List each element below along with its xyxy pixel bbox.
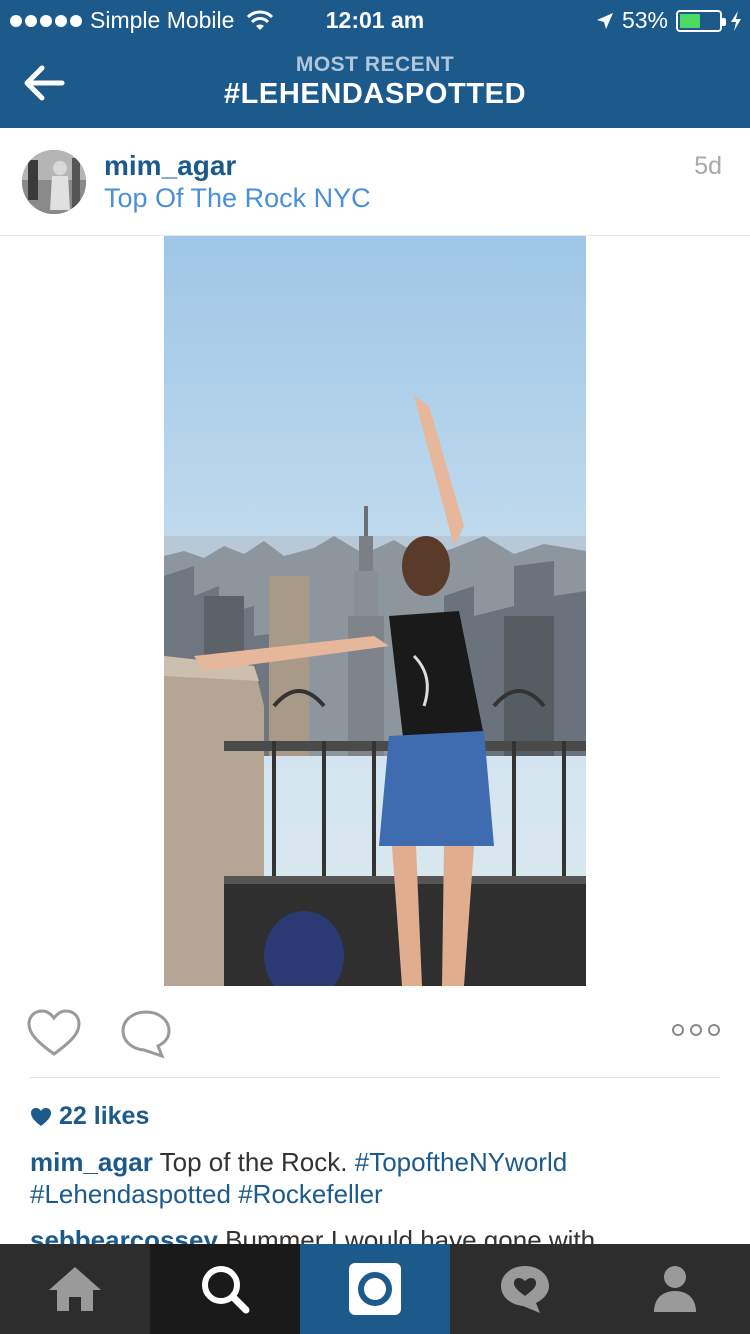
home-icon — [49, 1267, 101, 1311]
nav-subtitle: MOST RECENT — [295, 53, 455, 76]
tab-camera[interactable] — [300, 1244, 450, 1334]
post-time-ago: 5d — [694, 152, 722, 180]
caption-text: Top of the Rock. — [159, 1147, 348, 1177]
tab-explore[interactable] — [150, 1244, 300, 1334]
avatar[interactable] — [22, 150, 86, 214]
like-heart-icon[interactable] — [26, 1008, 82, 1060]
nav-title: #LEHENDASPOTTED — [223, 78, 527, 110]
caption-hashtag[interactable]: #Lehendaspotted — [30, 1179, 231, 1209]
activity-heart-icon — [501, 1266, 549, 1313]
comment-username[interactable]: sebbearcossey — [30, 1225, 218, 1246]
comment-text: Bummer I would have gone with — [225, 1225, 596, 1246]
charging-bolt-icon — [731, 10, 741, 31]
likes-count[interactable]: 22 likes — [30, 1102, 149, 1131]
battery-percent: 53% — [621, 7, 668, 33]
post-location[interactable]: Top Of The Rock NYC — [104, 183, 371, 214]
bottom-tab-bar — [0, 1244, 750, 1334]
tab-home[interactable] — [0, 1244, 150, 1334]
post-photo[interactable] — [164, 236, 586, 986]
actions-divider — [30, 1077, 720, 1078]
camera-icon — [349, 1263, 401, 1315]
caption-username[interactable]: mim_agar — [30, 1147, 153, 1177]
tab-profile[interactable] — [600, 1244, 750, 1334]
search-icon — [202, 1266, 250, 1314]
status-right: 53% — [596, 7, 742, 34]
post-username[interactable]: mim_agar — [104, 150, 236, 182]
post-actions — [0, 1000, 750, 1070]
comment-preview: sebbearcossey Bummer I would have gone w… — [30, 1224, 720, 1246]
likes-label: 22 likes — [59, 1102, 150, 1130]
profile-icon — [654, 1266, 696, 1312]
tab-activity[interactable] — [450, 1244, 600, 1334]
battery-icon — [676, 9, 726, 32]
small-heart-icon — [31, 1107, 51, 1126]
caption-hashtag[interactable]: #TopoftheNYworld — [355, 1147, 567, 1177]
battery-fill — [680, 13, 701, 28]
location-arrow-icon — [596, 12, 613, 29]
more-options-icon[interactable] — [670, 1020, 722, 1040]
post-header: mim_agar Top Of The Rock NYC 5d — [0, 128, 750, 236]
status-bar: Simple Mobile 12:01 am 53% — [0, 0, 750, 40]
caption-hashtag[interactable]: #Rockefeller — [238, 1179, 383, 1209]
post-caption: mim_agar Top of the Rock. #TopoftheNYwor… — [30, 1146, 720, 1210]
comment-bubble-icon[interactable] — [118, 1008, 174, 1060]
top-header: Simple Mobile 12:01 am 53% MOST RECENT #… — [0, 0, 750, 128]
